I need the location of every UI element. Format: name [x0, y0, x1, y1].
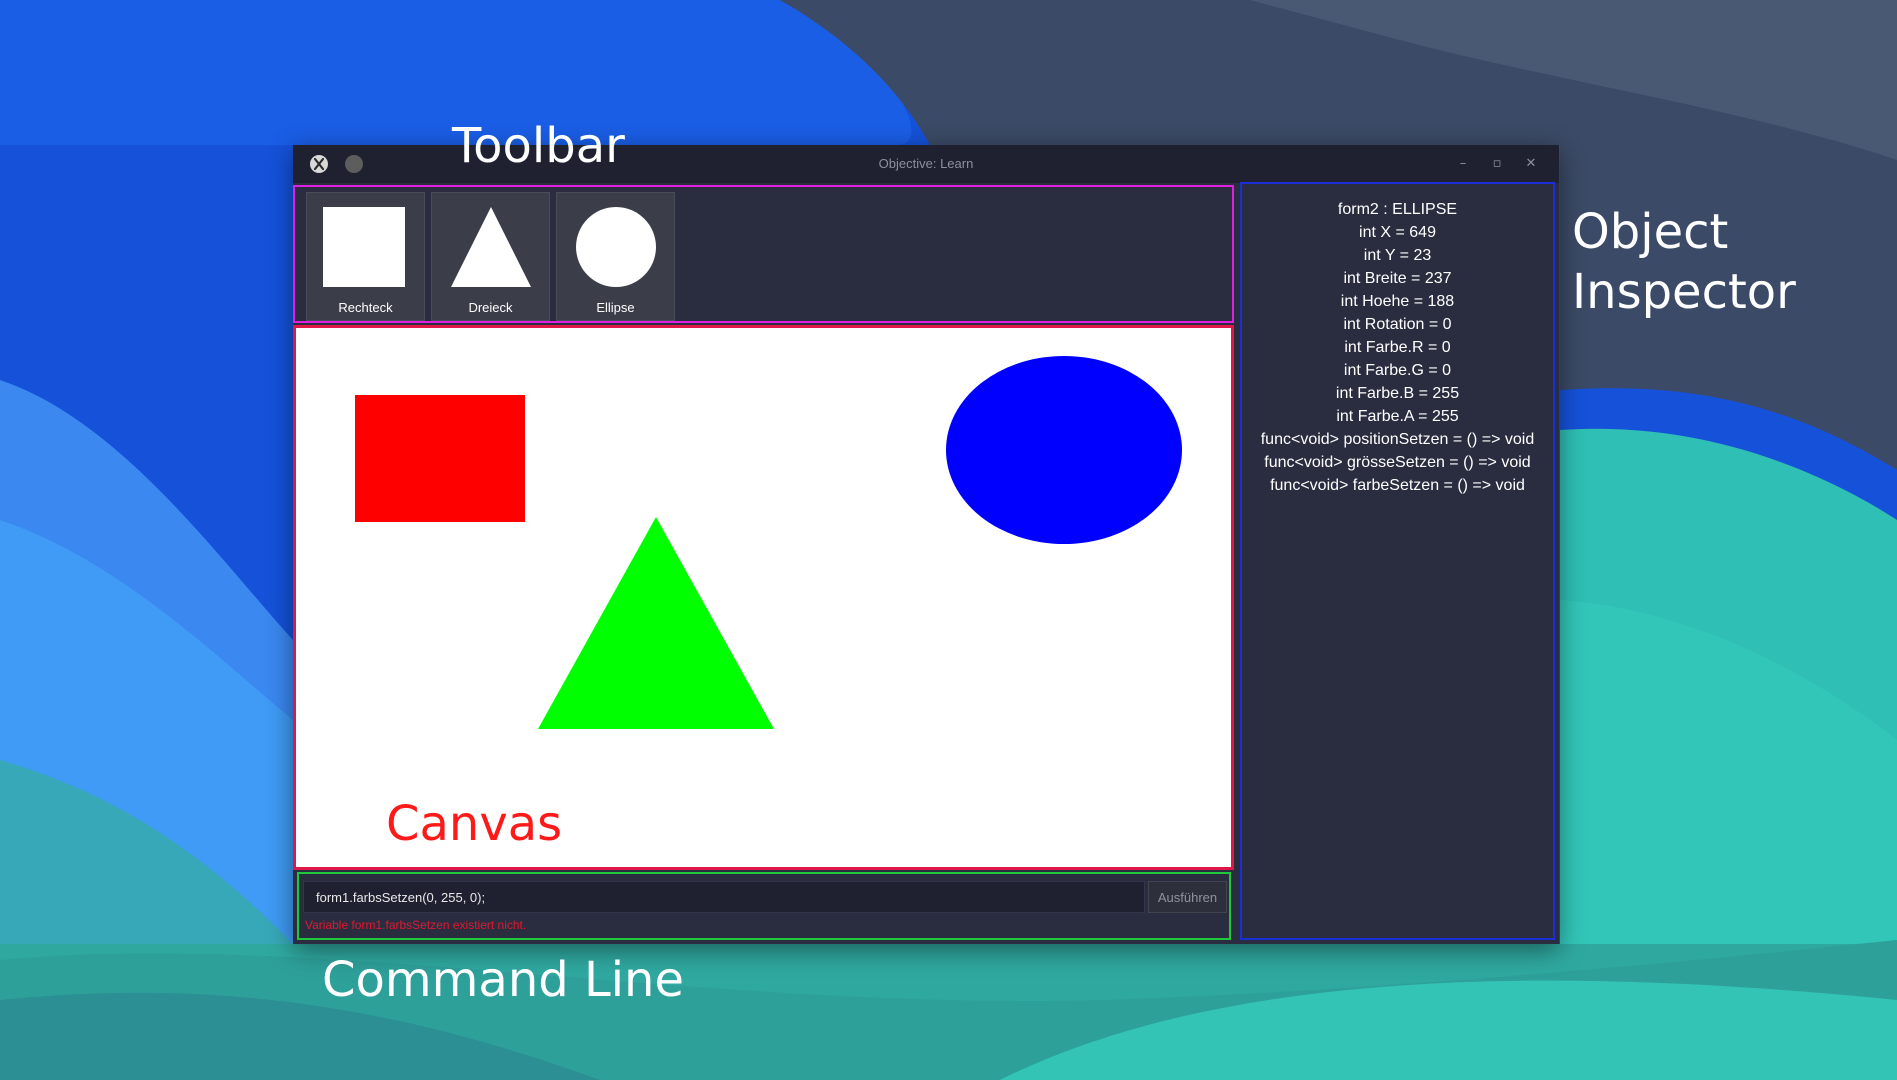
canvas-shape-triangle[interactable]	[538, 517, 774, 729]
annotation-toolbar: Toolbar	[452, 118, 625, 174]
drawing-canvas[interactable]	[293, 325, 1234, 870]
inspector-method: func<void> farbeSetzen = () => void	[1270, 477, 1525, 494]
inspector-property: int Farbe.G = 0	[1343, 362, 1452, 379]
tool-label: Ellipse	[596, 300, 635, 315]
minimize-icon[interactable]: –	[1453, 154, 1473, 174]
command-line-panel: Ausführen Variable form1.farbsSetzen exi…	[297, 872, 1231, 940]
object-inspector-panel: form2 : ELLIPSE int X = 649 int Y = 23 i…	[1240, 182, 1555, 940]
annotation-object-inspector: Object Inspector	[1572, 204, 1796, 320]
tool-button-ellipse[interactable]: Ellipse	[556, 192, 675, 321]
inspector-property: int Hoehe = 188	[1340, 293, 1455, 310]
inspector-property: int Farbe.B = 255	[1335, 385, 1460, 402]
error-message: Variable form1.farbsSetzen existiert nic…	[305, 918, 527, 932]
inspector-property: int Rotation = 0	[1343, 316, 1452, 333]
inspector-list: form2 : ELLIPSE int X = 649 int Y = 23 i…	[1242, 198, 1553, 497]
inspector-method: func<void> positionSetzen = () => void	[1260, 431, 1535, 448]
tool-label: Rechteck	[338, 300, 393, 315]
run-button[interactable]: Ausführen	[1148, 881, 1227, 913]
annotation-canvas: Canvas	[386, 796, 563, 852]
inspector-method: func<void> grösseSetzen = () => void	[1264, 454, 1531, 471]
annotation-command-line: Command Line	[322, 952, 684, 1008]
maximize-icon[interactable]: ▫	[1487, 154, 1507, 174]
close-icon[interactable]: ✕	[1521, 154, 1541, 174]
tool-button-dreieck[interactable]: Dreieck	[431, 192, 550, 321]
inspector-property: int Farbe.A = 255	[1336, 408, 1459, 425]
inspector-property: int Breite = 237	[1343, 270, 1452, 287]
tool-label: Dreieck	[468, 300, 513, 315]
canvas-shape-rectangle[interactable]	[355, 395, 525, 522]
command-input[interactable]	[303, 881, 1145, 913]
inspector-property: int Farbe.R = 0	[1344, 339, 1451, 356]
canvas-shape-ellipse[interactable]	[946, 356, 1182, 544]
tool-button-rechteck[interactable]: Rechteck	[306, 192, 425, 321]
toolbar-panel: Rechteck Dreieck Ellipse	[293, 185, 1234, 323]
inspector-property: int X = 649	[1359, 224, 1436, 241]
inspector-property: int Y = 23	[1363, 247, 1432, 264]
inspector-object-title: form2 : ELLIPSE	[1337, 201, 1458, 218]
